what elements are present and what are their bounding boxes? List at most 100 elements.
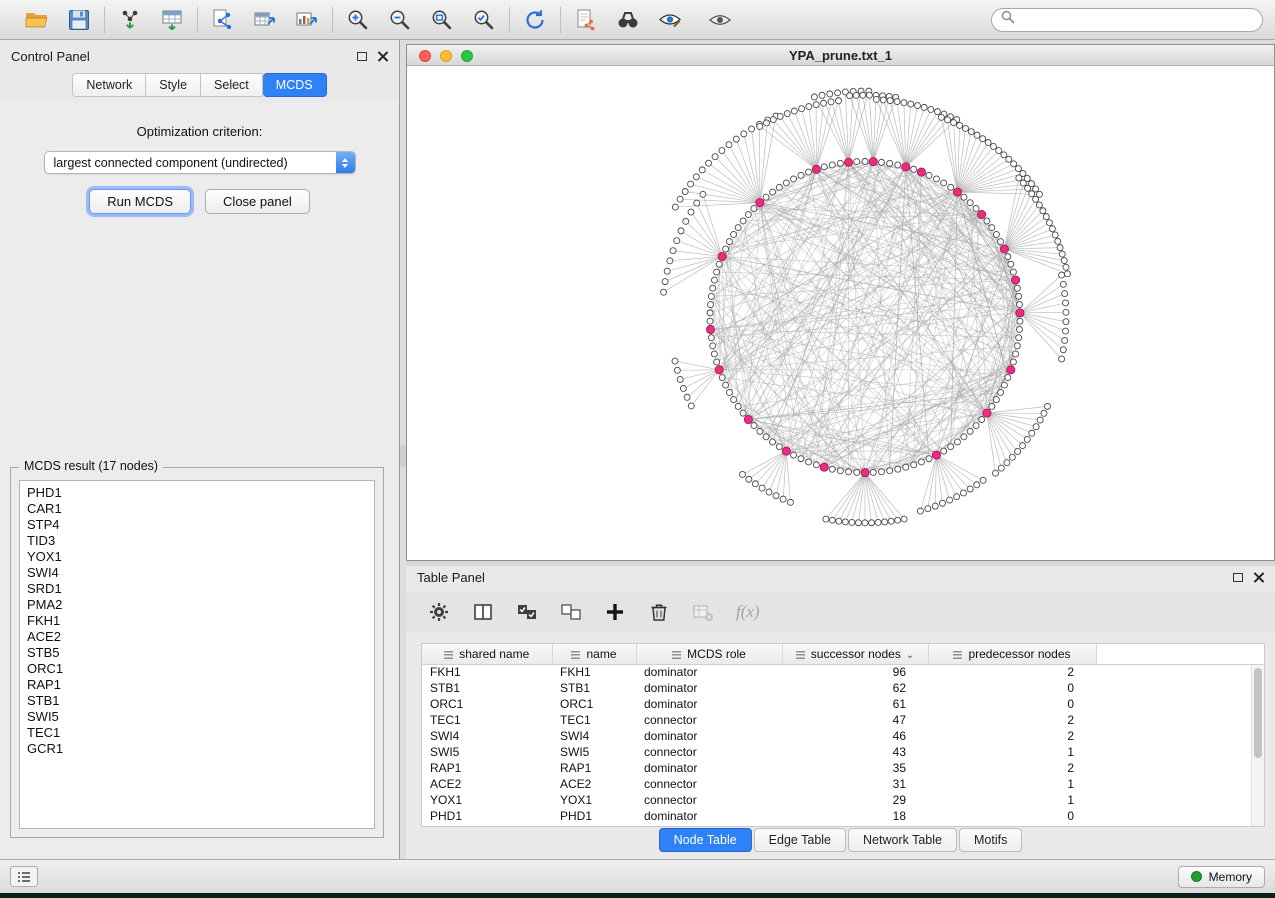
cell-shared_name[interactable]: RAP1 (422, 760, 552, 776)
mcds-result-item[interactable]: SWI4 (27, 565, 367, 581)
zoom-selected-icon[interactable] (471, 7, 497, 33)
cell-role[interactable]: connector (636, 744, 782, 760)
export-table-icon[interactable] (252, 7, 278, 33)
table-row[interactable]: TEC1TEC1connector472 (422, 712, 1264, 728)
mcds-result-item[interactable]: PHD1 (27, 485, 367, 501)
cell-name[interactable]: ACE2 (552, 776, 636, 792)
tab-network-table[interactable]: Network Table (848, 828, 957, 852)
mcds-result-item[interactable]: ACE2 (27, 629, 367, 645)
float-panel-icon[interactable] (357, 52, 367, 61)
table-row[interactable]: ORC1ORC1dominator610 (422, 696, 1264, 712)
cell-successors[interactable]: 62 (782, 680, 928, 696)
cell-successors[interactable]: 46 (782, 728, 928, 744)
zoom-in-icon[interactable] (345, 7, 371, 33)
export-image-icon[interactable] (294, 7, 320, 33)
gear-icon[interactable] (428, 601, 450, 623)
delete-column-icon[interactable] (648, 601, 670, 623)
table-row[interactable]: SWI5SWI5connector431 (422, 744, 1264, 760)
table-scrollbar-thumb[interactable] (1254, 668, 1262, 758)
search-input[interactable] (1021, 12, 1253, 28)
table-scrollbar-track[interactable] (1251, 665, 1264, 826)
cell-predecessors[interactable]: 2 (928, 664, 1096, 680)
mcds-result-item[interactable]: TID3 (27, 533, 367, 549)
optimization-criterion-select[interactable]: largest connected component (undirected) (44, 151, 356, 174)
tab-style[interactable]: Style (146, 73, 201, 97)
select-all-icon[interactable] (516, 601, 538, 623)
table-row[interactable]: FKH1FKH1dominator962 (422, 664, 1264, 680)
table-row[interactable]: SWI4SWI4dominator462 (422, 728, 1264, 744)
cell-role[interactable]: dominator (636, 664, 782, 680)
cell-shared_name[interactable]: YOX1 (422, 792, 552, 808)
cell-shared_name[interactable]: FKH1 (422, 664, 552, 680)
cell-role[interactable]: dominator (636, 696, 782, 712)
save-icon[interactable] (66, 7, 92, 33)
tab-node-table[interactable]: Node Table (659, 828, 752, 852)
search-field[interactable] (991, 8, 1263, 32)
cell-successors[interactable]: 31 (782, 776, 928, 792)
tab-mcds[interactable]: MCDS (263, 73, 327, 97)
cell-name[interactable]: YOX1 (552, 792, 636, 808)
cell-role[interactable]: dominator (636, 680, 782, 696)
mcds-result-item[interactable]: TEC1 (27, 725, 367, 741)
mcds-result-item[interactable]: STP4 (27, 517, 367, 533)
table-row[interactable]: ACE2ACE2connector311 (422, 776, 1264, 792)
cell-role[interactable]: dominator (636, 728, 782, 744)
cell-name[interactable]: SWI5 (552, 744, 636, 760)
cell-shared_name[interactable]: ORC1 (422, 696, 552, 712)
close-window-button[interactable] (419, 50, 431, 62)
tab-motifs[interactable]: Motifs (959, 828, 1022, 852)
mcds-result-item[interactable]: STB1 (27, 693, 367, 709)
float-table-panel-icon[interactable] (1233, 573, 1243, 582)
add-column-icon[interactable] (604, 601, 626, 623)
cell-name[interactable]: TEC1 (552, 712, 636, 728)
toggle-visibility-eye-icon[interactable] (707, 7, 733, 33)
cell-name[interactable]: SWI4 (552, 728, 636, 744)
mcds-result-item[interactable]: CAR1 (27, 501, 367, 517)
cell-shared_name[interactable]: STB1 (422, 680, 552, 696)
panel-menu-button[interactable] (10, 866, 38, 887)
zoom-out-icon[interactable] (387, 7, 413, 33)
cell-predecessors[interactable]: 0 (928, 808, 1096, 824)
mcds-result-item[interactable]: ORC1 (27, 661, 367, 677)
column-header-shared-name[interactable]: shared name (422, 644, 552, 664)
close-panel-button[interactable]: Close panel (205, 189, 310, 214)
mcds-result-item[interactable]: PMA2 (27, 597, 367, 613)
mcds-result-item[interactable]: STB5 (27, 645, 367, 661)
cell-predecessors[interactable]: 2 (928, 712, 1096, 728)
cell-successors[interactable]: 18 (782, 808, 928, 824)
table-row[interactable]: RAP1RAP1dominator352 (422, 760, 1264, 776)
cell-role[interactable]: connector (636, 776, 782, 792)
cell-successors[interactable]: 96 (782, 664, 928, 680)
cell-role[interactable]: connector (636, 792, 782, 808)
cell-predecessors[interactable]: 2 (928, 760, 1096, 776)
cell-predecessors[interactable]: 0 (928, 680, 1096, 696)
cell-predecessors[interactable]: 2 (928, 728, 1096, 744)
cell-shared_name[interactable]: PHD1 (422, 808, 552, 824)
share-document-icon[interactable] (573, 7, 599, 33)
run-mcds-button[interactable]: Run MCDS (89, 189, 191, 214)
cell-predecessors[interactable]: 0 (928, 696, 1096, 712)
cell-predecessors[interactable]: 1 (928, 792, 1096, 808)
open-folder-icon[interactable] (24, 7, 50, 33)
network-canvas-svg[interactable] (407, 66, 1274, 560)
table-row[interactable]: STB1STB1dominator620 (422, 680, 1264, 696)
import-network-icon[interactable] (117, 7, 143, 33)
cell-name[interactable]: RAP1 (552, 760, 636, 776)
cell-role[interactable]: dominator (636, 808, 782, 824)
cell-successors[interactable]: 35 (782, 760, 928, 776)
cell-successors[interactable]: 29 (782, 792, 928, 808)
table-row[interactable]: PHD1PHD1dominator180 (422, 808, 1264, 824)
cell-successors[interactable]: 61 (782, 696, 928, 712)
refresh-icon[interactable] (522, 7, 548, 33)
show-graphics-details-icon[interactable] (657, 7, 683, 33)
cell-successors[interactable]: 47 (782, 712, 928, 728)
tab-select[interactable]: Select (201, 73, 263, 97)
cell-predecessors[interactable]: 1 (928, 744, 1096, 760)
cell-name[interactable]: PHD1 (552, 808, 636, 824)
cell-name[interactable]: STB1 (552, 680, 636, 696)
network-view[interactable] (407, 66, 1274, 560)
export-network-icon[interactable] (210, 7, 236, 33)
mcds-result-item[interactable]: FKH1 (27, 613, 367, 629)
mcds-result-list[interactable]: PHD1CAR1STP4TID3YOX1SWI4SRD1PMA2FKH1ACE2… (19, 480, 375, 829)
cell-shared_name[interactable]: SWI4 (422, 728, 552, 744)
